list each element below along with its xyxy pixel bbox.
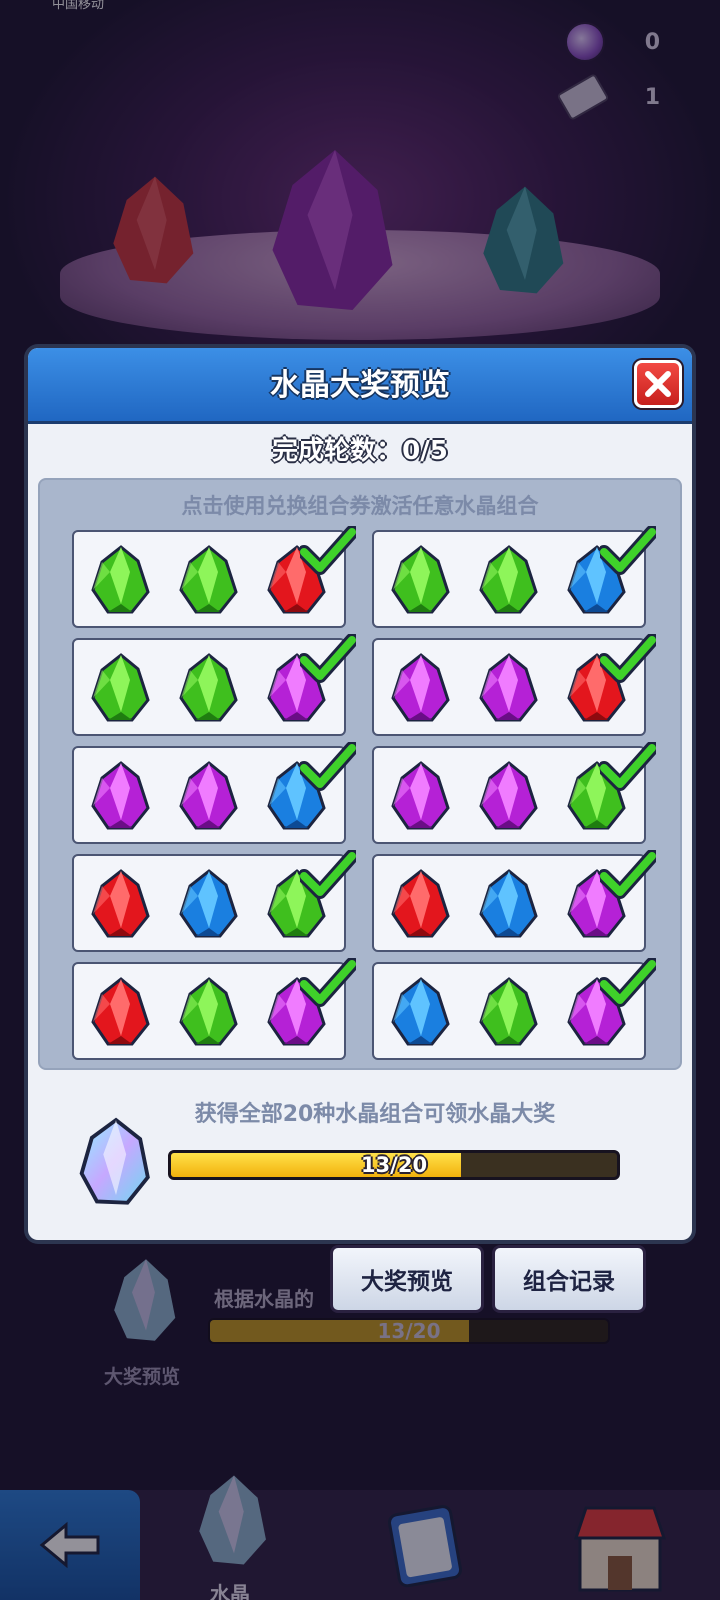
prize-preview-modal: 水晶大奖预览 完成轮数：0/5 点击使用兑换组合券激活任意水晶组合 获得全部20… [24,344,696,1244]
purple-crystal-icon [391,761,450,830]
checkmark-icon [600,634,656,683]
tab-combo-records[interactable]: 组合记录 [492,1245,646,1313]
combo-card[interactable] [372,742,656,844]
combo-card[interactable] [72,526,356,628]
checkmark-icon [300,526,356,575]
purple-crystal-icon [479,761,538,830]
checkmark-icon [300,742,356,791]
red-crystal-icon [91,977,150,1046]
red-crystal-icon [391,869,450,938]
red-crystal-icon [91,869,150,938]
modal-title: 水晶大奖预览 [270,368,450,403]
grand-prize-crystal-icon [79,1117,150,1205]
green-crystal-icon [391,545,450,614]
green-crystal-icon [479,545,538,614]
blue-crystal-icon [479,869,538,938]
green-crystal-icon [179,545,238,614]
checkmark-icon [600,958,656,1007]
rounds-completed-label: 完成轮数：0/5 [272,436,448,466]
combo-card[interactable] [372,850,656,952]
checkmark-icon [600,742,656,791]
purple-crystal-icon [91,761,150,830]
combo-card[interactable] [72,958,356,1060]
checkmark-icon [600,850,656,899]
combo-card[interactable] [372,526,656,628]
combo-card[interactable] [72,634,356,736]
combo-card[interactable] [72,850,356,952]
modal-body: 水晶大奖预览 完成轮数：0/5 点击使用兑换组合券激活任意水晶组合 获得全部20… [28,348,692,1240]
green-crystal-icon [91,653,150,722]
purple-crystal-icon [479,653,538,722]
progress-text: 13/20 [360,1153,428,1177]
combo-grid: 点击使用兑换组合券激活任意水晶组合 [38,478,682,1070]
purple-crystal-icon [179,761,238,830]
green-crystal-icon [179,653,238,722]
close-icon [645,371,671,397]
checkmark-icon [300,634,356,683]
combo-card[interactable] [72,742,356,844]
modal-header: 水晶大奖预览 [28,348,692,424]
purple-crystal-icon [391,653,450,722]
green-crystal-icon [179,977,238,1046]
grid-hint-text: 点击使用兑换组合券激活任意水晶组合 [181,494,539,518]
close-button[interactable] [634,360,682,408]
green-crystal-icon [91,545,150,614]
tab-prize-preview[interactable]: 大奖预览 [330,1245,484,1313]
combo-card[interactable] [372,958,656,1060]
combo-card[interactable] [372,634,656,736]
checkmark-icon [600,526,656,575]
grand-prize-progress-bar: 13/20 [168,1150,620,1180]
checkmark-icon [300,958,356,1007]
green-crystal-icon [479,977,538,1046]
blue-crystal-icon [179,869,238,938]
checkmark-icon [300,850,356,899]
blue-crystal-icon [391,977,450,1046]
